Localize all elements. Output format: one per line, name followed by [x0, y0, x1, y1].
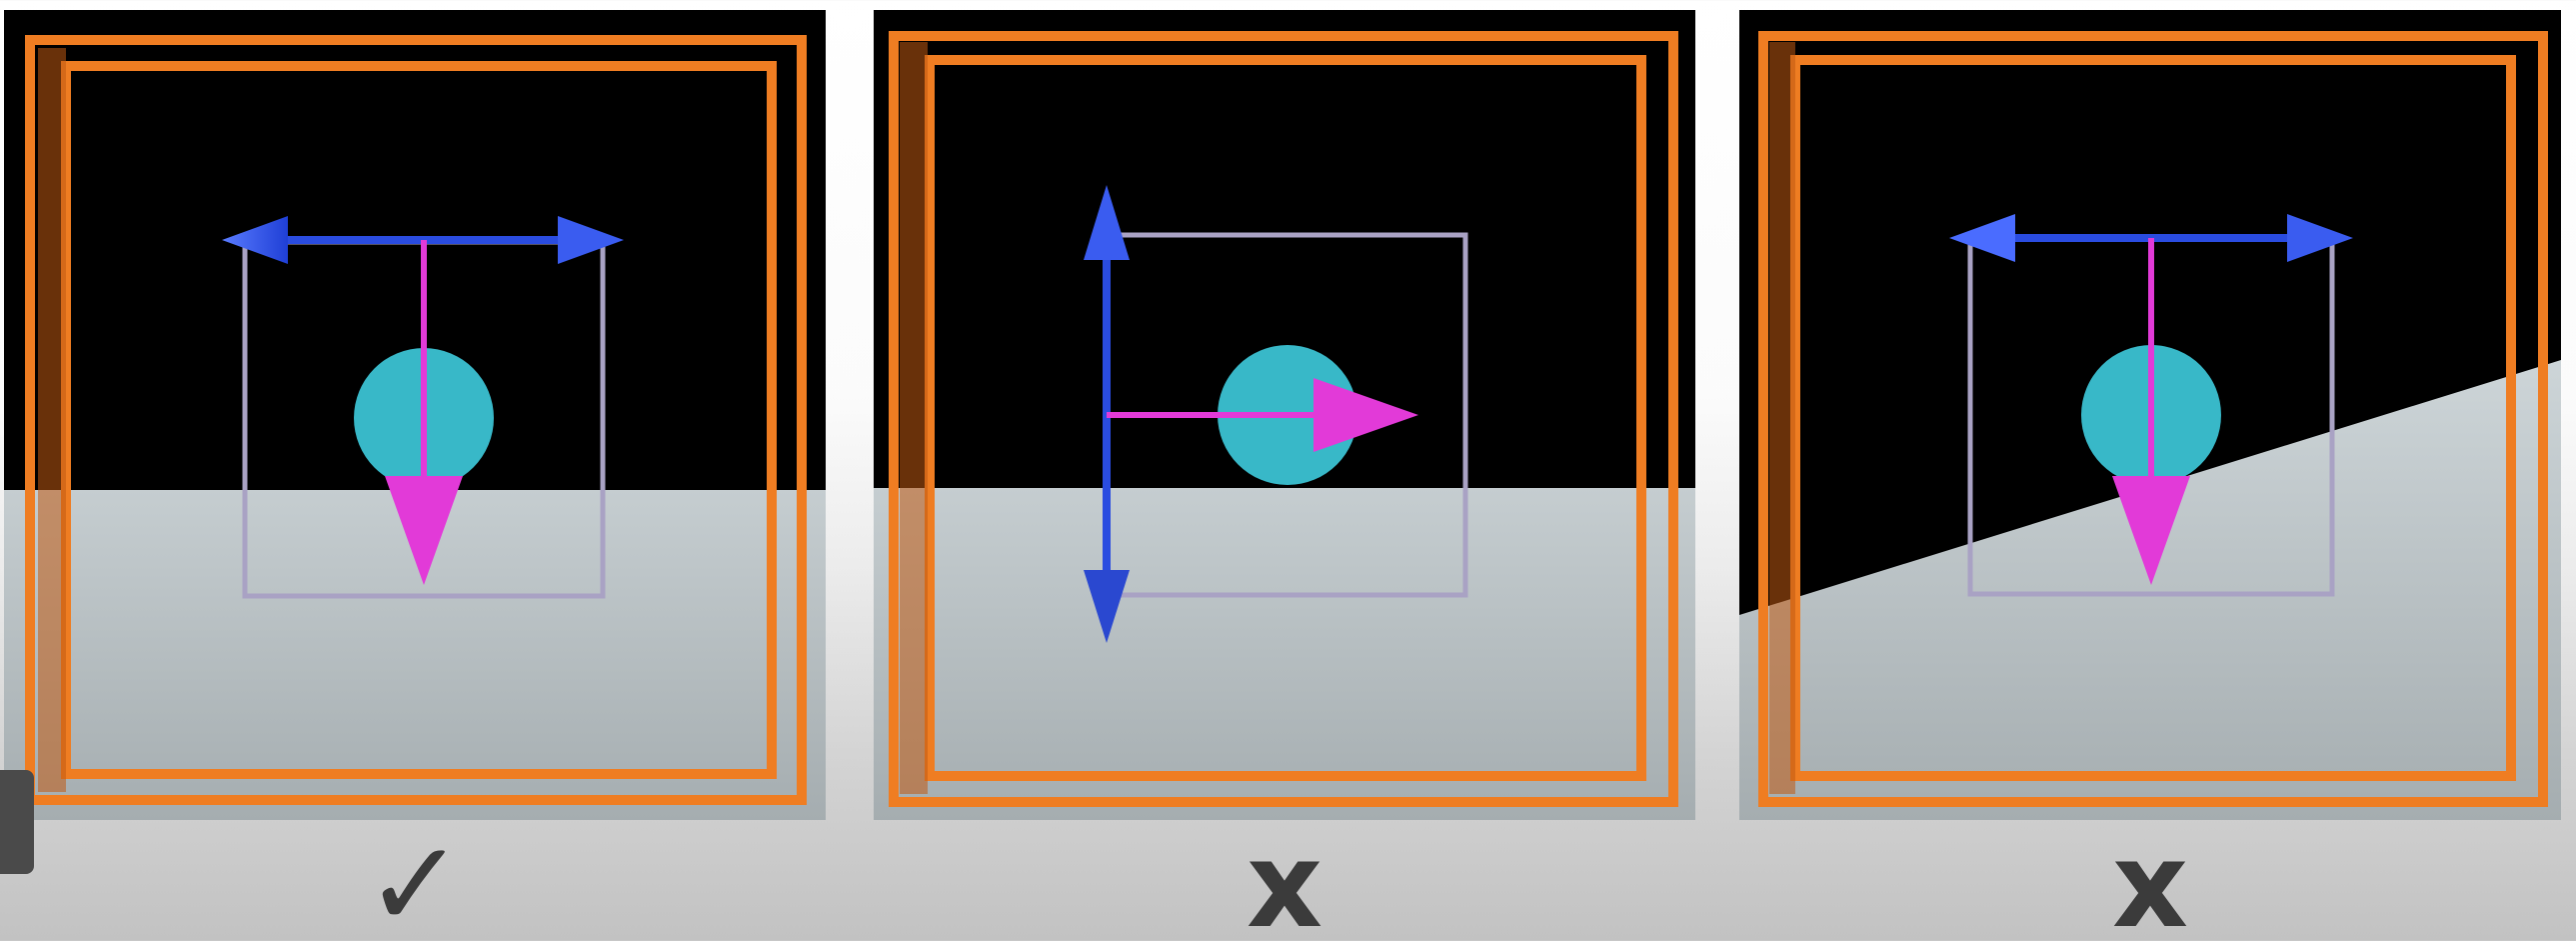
- scene-2: [874, 10, 1695, 820]
- panel-correct-orientation: [4, 10, 826, 820]
- scene-1: [4, 10, 826, 820]
- scene-3: [1739, 10, 2561, 820]
- ground-region: [874, 488, 1695, 820]
- checkmark-icon: ✓: [364, 816, 466, 941]
- side-tab-handle[interactable]: [0, 770, 34, 874]
- cross-icon: x: [1246, 816, 1323, 941]
- cross-icon: x: [2111, 816, 2189, 941]
- frame-shade: [900, 42, 928, 794]
- frame-shade: [1769, 42, 1795, 794]
- panel-rotated-axes: [874, 10, 1695, 820]
- panel-tilted-horizon: [1739, 10, 2561, 820]
- frame-shade: [38, 48, 66, 792]
